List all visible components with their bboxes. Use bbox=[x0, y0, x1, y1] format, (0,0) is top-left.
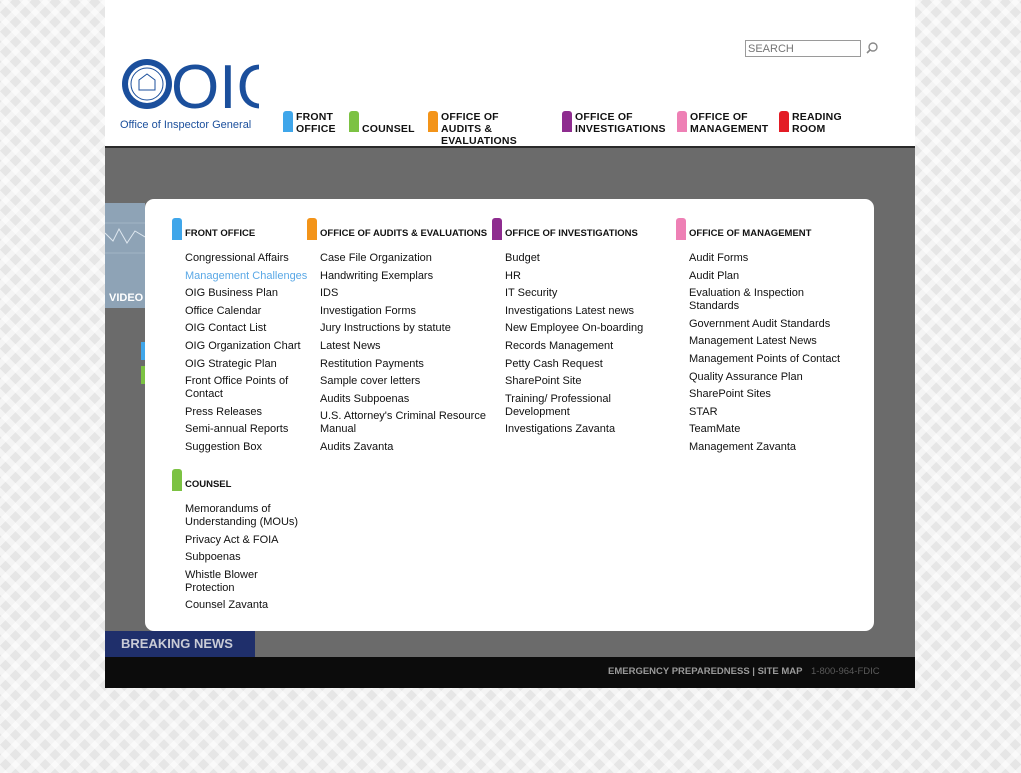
seal-ring-icon bbox=[128, 65, 166, 103]
menu-link[interactable]: OIG Contact List bbox=[172, 322, 312, 335]
logo-caption: Office of Inspector General bbox=[120, 119, 252, 131]
menu-link[interactable]: Investigation Forms bbox=[307, 305, 492, 318]
menu-link[interactable]: Quality Assurance Plan bbox=[676, 371, 866, 384]
link-list: Case File Organization Handwriting Exemp… bbox=[307, 252, 492, 454]
video-thumbnail[interactable]: VIDEO bbox=[105, 203, 145, 308]
menu-link[interactable]: Audits Subpoenas bbox=[307, 393, 492, 406]
menu-link[interactable]: Management Zavanta bbox=[676, 441, 866, 454]
menu-column-header: COUNSEL bbox=[172, 469, 312, 491]
column-title: OFFICE OF MANAGEMENT bbox=[689, 228, 812, 239]
menu-link[interactable]: STAR bbox=[676, 406, 866, 419]
menu-link[interactable]: Audits Zavanta bbox=[307, 441, 492, 454]
menu-link-active[interactable]: Management Challenges bbox=[172, 270, 312, 283]
menu-link[interactable]: Suggestion Box bbox=[172, 441, 312, 454]
video-label: VIDEO bbox=[109, 292, 144, 304]
column-tab-marker bbox=[172, 469, 182, 491]
column-tab-marker bbox=[676, 218, 686, 240]
footer-phone: 1-800-964-FDIC bbox=[811, 666, 880, 677]
nav-label: COUNSEL bbox=[362, 123, 415, 135]
menu-column-header: OFFICE OF AUDITS & EVALUATIONS bbox=[307, 218, 492, 240]
menu-link[interactable]: SharePoint Sites bbox=[676, 388, 866, 401]
menu-link[interactable]: Audit Forms bbox=[676, 252, 866, 265]
nav-tab-marker bbox=[677, 111, 687, 132]
column-tab-marker bbox=[172, 218, 182, 240]
link-list: Congressional Affairs Management Challen… bbox=[172, 252, 312, 454]
menu-link[interactable]: Evaluation & Inspection Standards bbox=[676, 287, 816, 313]
menu-link[interactable]: Subpoenas bbox=[172, 551, 312, 564]
nav-label: OFFICE OF MANAGEMENT bbox=[690, 111, 769, 135]
menu-column-header: OFFICE OF MANAGEMENT bbox=[676, 218, 866, 240]
column-tab-marker bbox=[307, 218, 317, 240]
menu-column-audits-evaluations: OFFICE OF AUDITS & EVALUATIONS Case File… bbox=[307, 218, 492, 459]
menu-link[interactable]: Budget bbox=[492, 252, 672, 265]
link-list: Budget HR IT Security Investigations Lat… bbox=[492, 252, 672, 436]
menu-link[interactable]: Whistle Blower Protection bbox=[172, 569, 272, 595]
link-list: Memorandums of Understanding (MOUs) Priv… bbox=[172, 503, 312, 612]
menu-link[interactable]: Case File Organization bbox=[307, 252, 492, 265]
site-header: OIG Office of Inspector General FRONT OF… bbox=[105, 0, 915, 148]
menu-link[interactable]: HR bbox=[492, 270, 672, 283]
nav-tab-marker bbox=[283, 111, 293, 132]
menu-link[interactable]: Handwriting Exemplars bbox=[307, 270, 492, 283]
menu-link[interactable]: U.S. Attorney's Criminal Resource Manual bbox=[307, 410, 489, 436]
nav-label: FRONT OFFICE bbox=[296, 111, 336, 135]
menu-link[interactable]: SharePoint Site bbox=[492, 375, 672, 388]
chart-thumbnail-icon bbox=[105, 222, 145, 254]
search-input[interactable] bbox=[745, 40, 861, 57]
mega-menu: FRONT OFFICE Congressional Affairs Manag… bbox=[145, 199, 874, 631]
menu-column-counsel: COUNSEL Memorandums of Understanding (MO… bbox=[172, 469, 312, 617]
menu-link[interactable]: Semi-annual Reports bbox=[172, 423, 312, 436]
menu-link[interactable]: Government Audit Standards bbox=[676, 318, 866, 331]
menu-link[interactable]: Petty Cash Request bbox=[492, 358, 672, 371]
menu-link[interactable]: Management Latest News bbox=[676, 335, 866, 348]
menu-column-front-office: FRONT OFFICE Congressional Affairs Manag… bbox=[172, 218, 312, 459]
menu-link[interactable]: IT Security bbox=[492, 287, 672, 300]
nav-tab-marker bbox=[428, 111, 438, 132]
nav-tab-marker bbox=[562, 111, 572, 132]
menu-link[interactable]: Congressional Affairs bbox=[172, 252, 312, 265]
menu-link[interactable]: Audit Plan bbox=[676, 270, 866, 283]
menu-link[interactable]: Office Calendar bbox=[172, 305, 312, 318]
column-title: OFFICE OF INVESTIGATIONS bbox=[505, 228, 638, 239]
column-title: COUNSEL bbox=[185, 479, 232, 490]
menu-link[interactable]: OIG Strategic Plan bbox=[172, 358, 312, 371]
menu-link[interactable]: Management Points of Contact bbox=[676, 353, 866, 366]
breaking-news-label[interactable]: BREAKING NEWS bbox=[105, 631, 255, 657]
menu-column-management: OFFICE OF MANAGEMENT Audit Forms Audit P… bbox=[676, 218, 866, 459]
menu-link[interactable]: Privacy Act & FOIA bbox=[172, 534, 312, 547]
menu-link[interactable]: OIG Organization Chart bbox=[172, 340, 312, 353]
menu-column-header: OFFICE OF INVESTIGATIONS bbox=[492, 218, 672, 240]
menu-link[interactable]: Sample cover letters bbox=[307, 375, 492, 388]
footer-links[interactable]: EMERGENCY PREPAREDNESS | SITE MAP bbox=[608, 666, 802, 677]
column-title: FRONT OFFICE bbox=[185, 228, 256, 239]
menu-link[interactable]: Latest News bbox=[307, 340, 492, 353]
nav-tab-marker bbox=[349, 111, 359, 132]
menu-link[interactable]: OIG Business Plan bbox=[172, 287, 312, 300]
menu-link[interactable]: Investigations Latest news bbox=[492, 305, 672, 318]
nav-label: OFFICE OF INVESTIGATIONS bbox=[575, 111, 666, 135]
menu-column-investigations: OFFICE OF INVESTIGATIONS Budget HR IT Se… bbox=[492, 218, 672, 441]
menu-link[interactable]: New Employee On-boarding bbox=[492, 322, 672, 335]
site-footer: EMERGENCY PREPAREDNESS | SITE MAP 1-800-… bbox=[105, 657, 915, 688]
link-list: Audit Forms Audit Plan Evaluation & Insp… bbox=[676, 252, 866, 454]
menu-column-header: FRONT OFFICE bbox=[172, 218, 312, 240]
logo-letters: OIG bbox=[171, 56, 259, 122]
search-icon[interactable] bbox=[865, 41, 879, 55]
menu-link[interactable]: Press Releases bbox=[172, 406, 312, 419]
column-title: OFFICE OF AUDITS & EVALUATIONS bbox=[320, 228, 488, 239]
menu-link[interactable]: Investigations Zavanta bbox=[492, 423, 672, 436]
menu-link[interactable]: Counsel Zavanta bbox=[172, 599, 312, 612]
menu-link[interactable]: Restitution Payments bbox=[307, 358, 492, 371]
nav-label: OFFICE OF AUDITS & EVALUATIONS bbox=[441, 111, 517, 147]
menu-link[interactable]: Records Management bbox=[492, 340, 672, 353]
menu-link[interactable]: Front Office Points of Contact bbox=[172, 375, 297, 401]
nav-label: READING ROOM bbox=[792, 111, 842, 135]
menu-link[interactable]: TeamMate bbox=[676, 423, 866, 436]
menu-link[interactable]: IDS bbox=[307, 287, 492, 300]
menu-link[interactable]: Training/ Professional Development bbox=[492, 393, 622, 419]
menu-link[interactable]: Memorandums of Understanding (MOUs) bbox=[172, 503, 302, 529]
menu-link[interactable]: Jury Instructions by statute bbox=[307, 322, 492, 335]
column-tab-marker bbox=[492, 218, 502, 240]
nav-tab-marker bbox=[779, 111, 789, 132]
